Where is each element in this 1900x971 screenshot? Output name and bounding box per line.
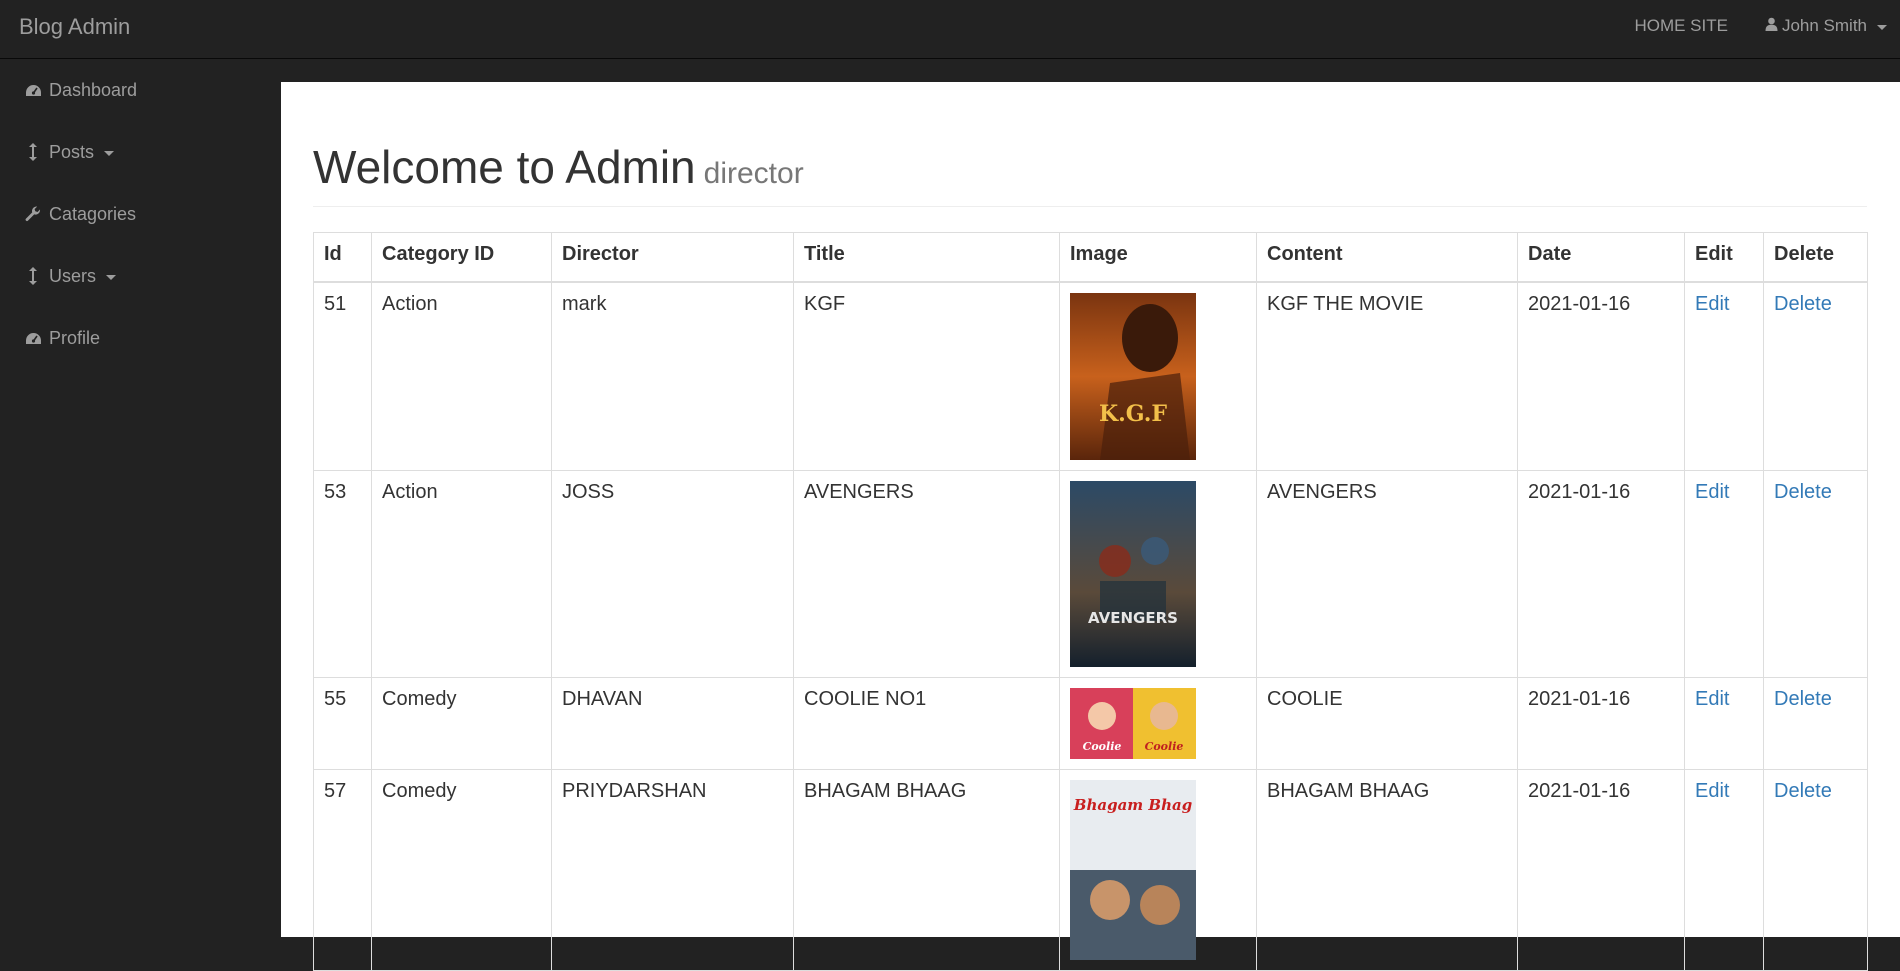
- posts-table: Id Category ID Director Title Image Cont…: [313, 232, 1868, 971]
- svg-text:Coolie: Coolie: [1083, 740, 1122, 753]
- table-header-row: Id Category ID Director Title Image Cont…: [313, 232, 1868, 283]
- svg-text:Bhagam Bhag: Bhagam Bhag: [1073, 796, 1192, 814]
- svg-text:Coolie: Coolie: [1145, 740, 1184, 753]
- page-title: Welcome to Admin: [313, 141, 696, 193]
- cell-delete: Delete: [1763, 769, 1868, 971]
- arrows-v-icon: [22, 267, 44, 285]
- cell-image: K.G.F: [1059, 281, 1257, 471]
- cell-edit: Edit: [1684, 769, 1764, 971]
- column-header-title: Title: [793, 232, 1060, 283]
- sidebar-item-label: Posts: [49, 141, 95, 162]
- sidebar-item-catagories[interactable]: Catagories: [0, 183, 281, 245]
- cell-date: 2021-01-16: [1517, 769, 1685, 971]
- sidebar-item-label: Users: [49, 265, 97, 286]
- column-header-edit: Edit: [1684, 232, 1764, 283]
- table-row: 53 Action JOSS AVENGERS AVENGERS AVENGER…: [313, 470, 1868, 678]
- svg-text:AVENGERS: AVENGERS: [1088, 609, 1178, 627]
- cell-date: 2021-01-16: [1517, 677, 1685, 770]
- edit-link[interactable]: Edit: [1695, 293, 1729, 315]
- cell-director: PRIYDARSHAN: [551, 769, 794, 971]
- column-header-director: Director: [551, 232, 794, 283]
- cell-title: KGF: [793, 281, 1060, 471]
- post-image-bhagam-bhaag: Bhagam Bhag: [1070, 780, 1196, 960]
- sidebar-item-profile[interactable]: Profile: [0, 307, 281, 369]
- cell-edit: Edit: [1684, 677, 1764, 770]
- table-row: 57 Comedy PRIYDARSHAN BHAGAM BHAAG Bhaga…: [313, 769, 1868, 971]
- delete-link[interactable]: Delete: [1774, 481, 1832, 503]
- sidebar-item-users[interactable]: Users: [0, 245, 281, 307]
- column-header-category: Category ID: [371, 232, 552, 283]
- user-icon: [1765, 16, 1778, 36]
- navbar-right: HOME SITE John Smith: [1634, 0, 1900, 52]
- wrench-icon: [22, 206, 44, 222]
- sidebar-item-posts[interactable]: Posts: [0, 121, 281, 183]
- cell-image: Bhagam Bhag: [1059, 769, 1257, 971]
- cell-content: BHAGAM BHAAG: [1256, 769, 1518, 971]
- caret-down-icon: [1877, 24, 1887, 30]
- cell-image: Coolie Coolie: [1059, 677, 1257, 770]
- cell-category: Comedy: [371, 769, 552, 971]
- cell-title: BHAGAM BHAAG: [793, 769, 1060, 971]
- cell-director: mark: [551, 281, 794, 471]
- sidebar-item-label: Profile: [49, 327, 101, 348]
- cell-delete: Delete: [1763, 677, 1868, 770]
- cell-director: DHAVAN: [551, 677, 794, 770]
- cell-content: AVENGERS: [1256, 470, 1518, 678]
- cell-title: COOLIE NO1: [793, 677, 1060, 770]
- user-name: John Smith: [1781, 16, 1867, 35]
- cell-content: KGF THE MOVIE: [1256, 281, 1518, 471]
- column-header-image: Image: [1059, 232, 1257, 283]
- column-header-content: Content: [1256, 232, 1518, 283]
- column-header-date: Date: [1517, 232, 1685, 283]
- cell-category: Action: [371, 470, 552, 678]
- cell-id: 57: [313, 769, 372, 971]
- cell-title: AVENGERS: [793, 470, 1060, 678]
- column-header-id: Id: [313, 232, 372, 283]
- cell-category: Comedy: [371, 677, 552, 770]
- edit-link[interactable]: Edit: [1695, 481, 1729, 503]
- brand-link[interactable]: Blog Admin: [19, 14, 130, 40]
- caret-down-icon: [106, 274, 117, 280]
- sidebar-item-label: Dashboard: [49, 79, 138, 100]
- edit-link[interactable]: Edit: [1695, 780, 1729, 802]
- cell-edit: Edit: [1684, 281, 1764, 471]
- top-navbar: Blog Admin HOME SITE John Smith: [0, 0, 1900, 59]
- delete-link[interactable]: Delete: [1774, 293, 1832, 315]
- main-content: Welcome to Admin director Id Category ID …: [281, 82, 1900, 971]
- cell-delete: Delete: [1763, 281, 1868, 471]
- cell-content: COOLIE: [1256, 677, 1518, 770]
- home-site-link[interactable]: HOME SITE: [1634, 16, 1728, 36]
- cell-image: AVENGERS: [1059, 470, 1257, 678]
- delete-link[interactable]: Delete: [1774, 780, 1832, 802]
- page-subtitle: director: [703, 157, 804, 190]
- table-row: 55 Comedy DHAVAN COOLIE NO1 Coolie Cooli…: [313, 677, 1868, 770]
- cell-id: 53: [313, 470, 372, 678]
- table-row: 51 Action mark KGF K.G.F KGF THE MOVIE 2…: [313, 281, 1868, 471]
- sidebar: Dashboard Posts Catagories Users Profile: [0, 59, 281, 937]
- cell-id: 51: [313, 281, 372, 471]
- cell-category: Action: [371, 281, 552, 471]
- user-menu-dropdown[interactable]: John Smith: [1765, 16, 1887, 36]
- cell-id: 55: [313, 677, 372, 770]
- post-image-avengers: AVENGERS: [1070, 481, 1196, 667]
- page-header: Welcome to Admin director: [313, 140, 1867, 207]
- dashboard-icon: [22, 84, 44, 97]
- post-image-coolie: Coolie Coolie: [1070, 688, 1196, 759]
- caret-down-icon: [104, 150, 115, 156]
- cell-delete: Delete: [1763, 470, 1868, 678]
- delete-link[interactable]: Delete: [1774, 688, 1832, 710]
- cell-edit: Edit: [1684, 470, 1764, 678]
- sidebar-item-dashboard[interactable]: Dashboard: [0, 59, 281, 121]
- sidebar-item-label: Catagories: [49, 203, 137, 224]
- dashboard-icon: [22, 332, 44, 345]
- column-header-delete: Delete: [1763, 232, 1868, 283]
- cell-date: 2021-01-16: [1517, 470, 1685, 678]
- edit-link[interactable]: Edit: [1695, 688, 1729, 710]
- cell-director: JOSS: [551, 470, 794, 678]
- arrows-v-icon: [22, 143, 44, 161]
- svg-text:K.G.F: K.G.F: [1099, 401, 1167, 427]
- post-image-kgf: K.G.F: [1070, 293, 1196, 460]
- cell-date: 2021-01-16: [1517, 281, 1685, 471]
